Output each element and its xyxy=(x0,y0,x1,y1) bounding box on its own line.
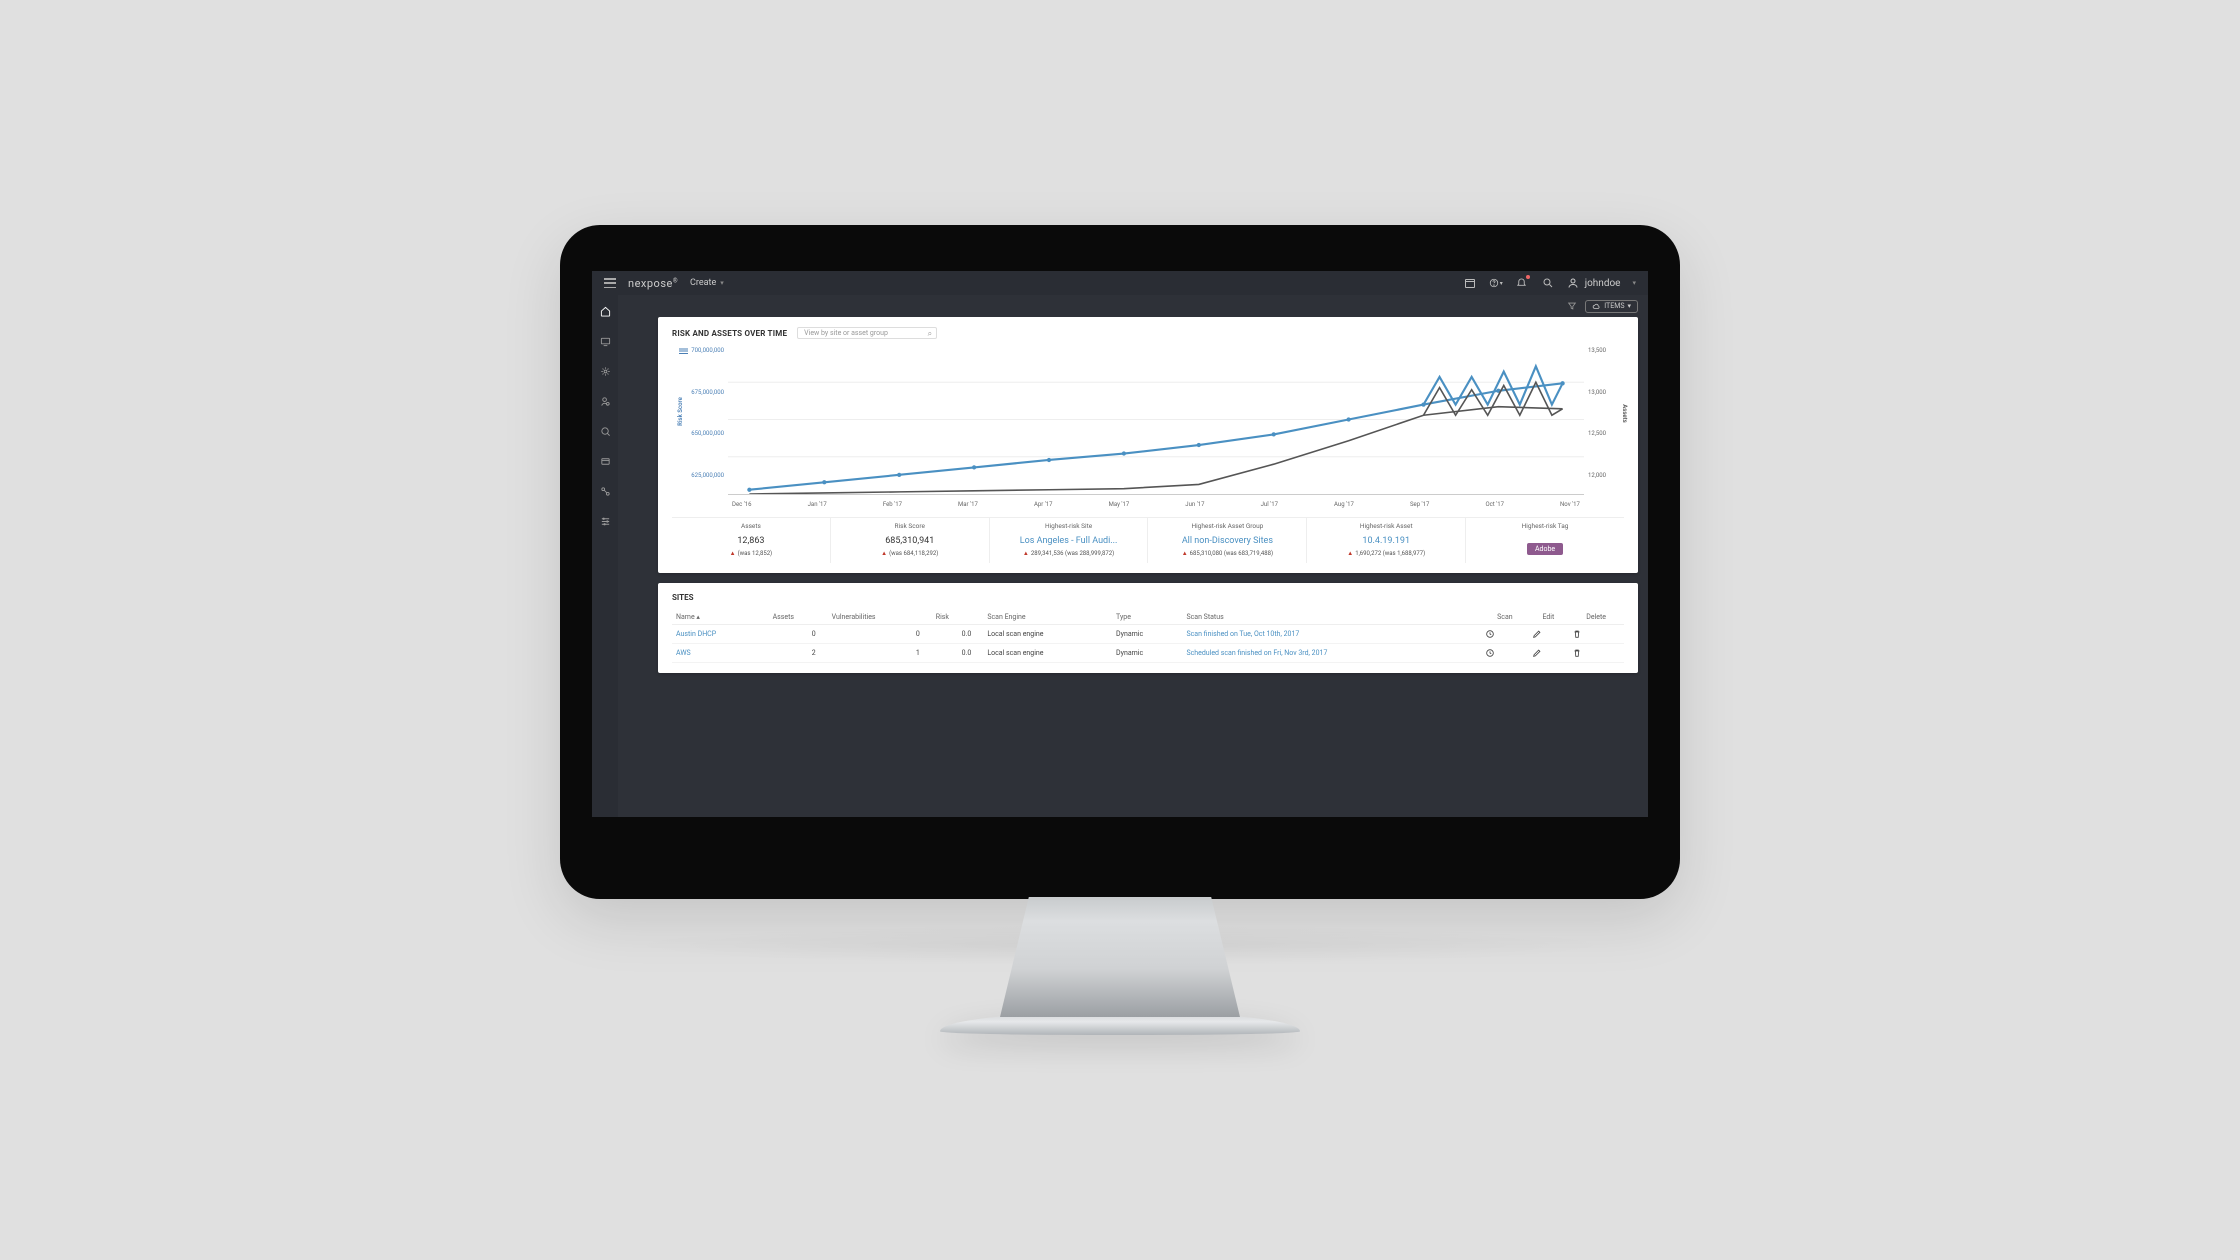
delete-button[interactable] xyxy=(1568,625,1624,644)
stat-risk-score: Risk Score 685,310,941 ▲(was 684,118,292… xyxy=(831,518,990,563)
sidebar-tickets-icon[interactable] xyxy=(599,455,611,467)
y-axis-left: Risk Score 700,000,000 675,000,000 650,0… xyxy=(672,345,728,495)
content-toolbar: ITEMS ▾ xyxy=(618,295,1648,317)
app-screen: nexpose® Create ▾ ▾ xyxy=(592,271,1648,817)
help-icon[interactable]: ▾ xyxy=(1489,276,1503,290)
y-axis-right: Assets 13,500 13,000 12,500 12,000 xyxy=(1584,345,1624,495)
col-delete: Delete xyxy=(1568,610,1624,625)
col-assets[interactable]: Assets xyxy=(769,610,828,625)
cloud-icon xyxy=(1592,302,1601,311)
col-scan-status[interactable]: Scan Status xyxy=(1182,610,1481,625)
stat-highest-risk-asset: Highest-risk Asset 10.4.19.191 ▲1,690,27… xyxy=(1307,518,1466,563)
edit-button[interactable] xyxy=(1528,625,1568,644)
sites-card: SITES Name ▴ Assets Vulnerabilities Risk… xyxy=(658,583,1638,673)
col-name[interactable]: Name ▴ xyxy=(672,610,769,625)
search-icon: ⌕ xyxy=(928,329,932,339)
scan-button[interactable] xyxy=(1481,625,1528,644)
calendar-icon[interactable] xyxy=(1463,276,1477,290)
sites-table: Name ▴ Assets Vulnerabilities Risk Scan … xyxy=(672,610,1624,663)
tag-pill[interactable]: Adobe xyxy=(1527,543,1563,555)
scan-status-link[interactable]: Scan finished on Tue, Oct 10th, 2017 xyxy=(1182,625,1481,644)
chevron-down-icon: ▾ xyxy=(1632,279,1636,287)
content: ITEMS ▾ RISK AND ASSETS OVER TIME View b… xyxy=(618,295,1648,817)
create-button[interactable]: Create ▾ xyxy=(690,278,724,288)
scan-button[interactable] xyxy=(1481,644,1528,663)
col-scan-engine[interactable]: Scan Engine xyxy=(983,610,1112,625)
sidebar xyxy=(592,295,618,817)
sites-title: SITES xyxy=(672,593,1624,602)
chart-area: Risk Score 700,000,000 675,000,000 650,0… xyxy=(672,345,1624,495)
items-dropdown[interactable]: ITEMS ▾ xyxy=(1585,300,1638,313)
topbar: nexpose® Create ▾ ▾ xyxy=(592,271,1648,295)
chevron-down-icon: ▾ xyxy=(720,279,724,287)
col-type[interactable]: Type xyxy=(1112,610,1182,625)
stat-highest-risk-site: Highest-risk Site Los Angeles - Full Aud… xyxy=(990,518,1149,563)
col-vulnerabilities[interactable]: Vulnerabilities xyxy=(828,610,932,625)
delete-button[interactable] xyxy=(1568,644,1624,663)
chart-title: RISK AND ASSETS OVER TIME xyxy=(672,329,787,338)
user-menu[interactable]: johndoe ▾ xyxy=(1567,277,1636,289)
notification-badge xyxy=(1526,275,1530,279)
sidebar-policies-icon[interactable] xyxy=(599,395,611,407)
scan-status-link[interactable]: Scheduled scan finished on Fri, Nov 3rd,… xyxy=(1182,644,1481,663)
sidebar-reports-icon[interactable] xyxy=(599,425,611,437)
stat-highest-risk-asset-group: Highest-risk Asset Group All non-Discove… xyxy=(1148,518,1307,563)
sidebar-assets-icon[interactable] xyxy=(599,335,611,347)
sidebar-home-icon[interactable] xyxy=(599,305,611,317)
x-axis: Dec '16 Jan '17 Feb '17 Mar '17 Apr '17 … xyxy=(728,501,1584,508)
monitor-stand-neck xyxy=(1000,897,1240,1017)
stat-highest-risk-tag: Highest-risk Tag Adobe xyxy=(1466,518,1624,563)
notification-icon[interactable] xyxy=(1515,276,1529,290)
chart-search-input[interactable]: View by site or asset group ⌕ xyxy=(797,327,937,339)
table-row: Austin DHCP 0 0 0.0 Local scan engine Dy… xyxy=(672,625,1624,644)
sidebar-vulnerabilities-icon[interactable] xyxy=(599,365,611,377)
stat-assets: Assets 12,863 ▲(was 12,852) xyxy=(672,518,831,563)
chevron-down-icon: ▾ xyxy=(1627,302,1631,310)
hamburger-icon[interactable] xyxy=(604,278,616,288)
sort-asc-icon: ▴ xyxy=(696,613,700,621)
filter-icon[interactable] xyxy=(1567,301,1577,311)
edit-button[interactable] xyxy=(1528,644,1568,663)
stats-row: Assets 12,863 ▲(was 12,852) Risk Score 6… xyxy=(672,517,1624,563)
sidebar-admin-icon[interactable] xyxy=(599,515,611,527)
sidebar-automation-icon[interactable] xyxy=(599,485,611,497)
col-risk[interactable]: Risk xyxy=(932,610,984,625)
table-row: AWS 2 1 0.0 Local scan engine Dynamic Sc… xyxy=(672,644,1624,663)
risk-assets-card: RISK AND ASSETS OVER TIME View by site o… xyxy=(658,317,1638,573)
col-scan: Scan xyxy=(1481,610,1528,625)
user-icon xyxy=(1567,277,1579,289)
chart-plot: Dec '16 Jan '17 Feb '17 Mar '17 Apr '17 … xyxy=(728,345,1584,495)
site-name-link[interactable]: Austin DHCP xyxy=(672,625,769,644)
brand-logo: nexpose® xyxy=(628,277,678,290)
search-icon[interactable] xyxy=(1541,276,1555,290)
site-name-link[interactable]: AWS xyxy=(672,644,769,663)
col-edit: Edit xyxy=(1528,610,1568,625)
